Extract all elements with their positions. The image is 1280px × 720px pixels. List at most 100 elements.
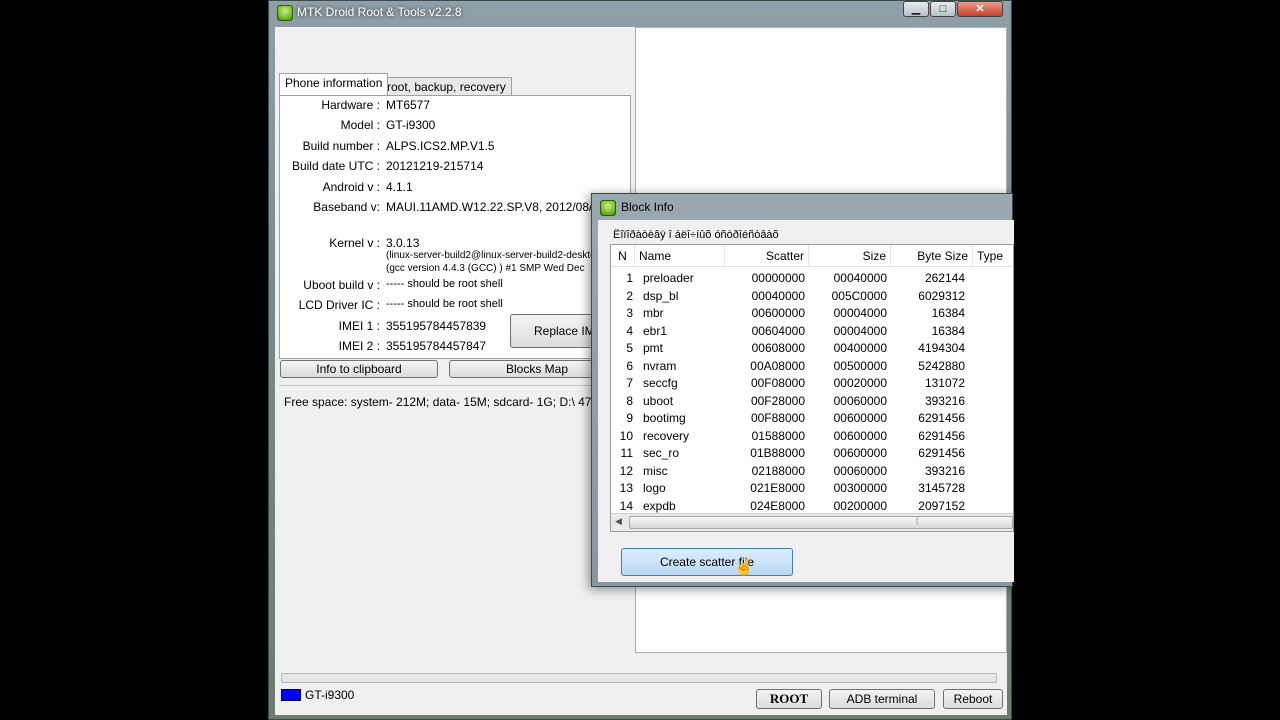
cell-name: pmt: [643, 341, 664, 355]
uboot-value: ----- should be root shell: [386, 278, 503, 290]
build-number-label: Build number :: [302, 139, 380, 153]
scrollbar-thumb[interactable]: ⦙: [629, 516, 1013, 529]
table-row[interactable]: 4 ebr1 00604000 00004000 16384: [611, 323, 1013, 341]
cell-name: preloader: [643, 271, 694, 285]
cell-name: dsp_bl: [643, 288, 679, 303]
create-scatter-file-button[interactable]: Create scatter file: [621, 548, 793, 576]
adb-terminal-button[interactable]: ADB terminal: [829, 689, 935, 709]
cell-scatter: 021E8000: [750, 481, 805, 495]
build-number-value: ALPS.ICS2.MP.V1.5: [386, 139, 495, 153]
table-row[interactable]: 6 nvram 00A08000 00500000 5242880: [611, 358, 1013, 376]
cell-byte-size: 6029312: [918, 288, 965, 303]
cell-size: 00004000: [833, 323, 887, 338]
cell-scatter: 00604000: [751, 323, 805, 338]
lcd-driver-value: ----- should be root shell: [386, 298, 503, 310]
table-row[interactable]: 12 misc 02188000 00060000 393216: [611, 463, 1013, 481]
block-list[interactable]: N Name Scatter Size Byte Size Type 1 prel…: [610, 244, 1014, 532]
cell-scatter: 00000000: [751, 271, 805, 285]
column-header-name[interactable]: Name: [635, 245, 725, 267]
hardware-label: Hardware :: [321, 98, 380, 112]
cell-name: misc: [643, 463, 668, 478]
cell-byte-size: 2097152: [918, 498, 965, 513]
table-row[interactable]: 10 recovery 01588000 00600000 6291456: [611, 428, 1013, 446]
cell-byte-size: 262144: [924, 271, 965, 285]
tab-root-backup-recovery[interactable]: root, backup, recovery: [381, 77, 512, 97]
cell-name: recovery: [643, 428, 690, 443]
cell-scatter: 00600000: [751, 306, 805, 320]
cell-number: 5: [626, 341, 633, 355]
window-title: MTK Droid Root & Tools v2.2.8: [297, 5, 462, 19]
table-row[interactable]: 5 pmt 00608000 00400000 4194304: [611, 340, 1013, 358]
main-titlebar[interactable]: MTK Droid Root & Tools v2.2.8 ▁ □ ✕: [269, 1, 1011, 25]
divider: [279, 385, 631, 386]
cell-byte-size: 16384: [931, 323, 965, 338]
root-button[interactable]: ROOT: [756, 689, 822, 709]
android-app-icon: [277, 5, 293, 21]
cell-number: 2: [626, 288, 633, 303]
cell-scatter: 01588000: [751, 428, 805, 443]
close-button[interactable]: ✕: [957, 1, 1003, 17]
table-row[interactable]: 1 preloader 00000000 00040000 262144: [611, 270, 1013, 288]
horizontal-scrollbar[interactable]: ◀ ⦙: [611, 513, 1013, 531]
minimize-button[interactable]: ▁: [903, 1, 929, 17]
cell-byte-size: 6291456: [918, 446, 965, 460]
cell-size: 00300000: [833, 481, 887, 495]
cell-size: 005C0000: [831, 288, 887, 303]
reboot-button[interactable]: Reboot: [943, 689, 1003, 709]
table-row[interactable]: 9 bootimg 00F88000 00600000 6291456: [611, 410, 1013, 428]
uboot-label: Uboot build v :: [303, 278, 380, 292]
cell-scatter: 02188000: [751, 463, 805, 478]
column-header-size[interactable]: Size: [809, 245, 891, 267]
hardware-value: MT6577: [386, 98, 431, 112]
imei1-value: 355195784457839: [386, 319, 487, 333]
grip-icon: ⦙: [916, 516, 919, 527]
cell-number: 14: [619, 498, 633, 513]
table-row[interactable]: 2 dsp_bl 00040000 005C0000 6029312: [611, 288, 1013, 306]
cell-scatter: 00F88000: [750, 411, 805, 425]
cell-size: 00040000: [833, 271, 887, 285]
model-value: GT-i9300: [386, 118, 436, 132]
cell-scatter: 01B88000: [750, 446, 805, 460]
column-header-type[interactable]: Type: [973, 245, 1013, 267]
cell-number: 13: [619, 481, 633, 495]
cell-byte-size: 5242880: [918, 358, 965, 373]
column-header-n[interactable]: N: [611, 245, 635, 267]
cell-byte-size: 6291456: [918, 428, 965, 443]
block-info-titlebar[interactable]: Block Info: [592, 194, 1012, 220]
tab-phone-information[interactable]: Phone information: [279, 73, 389, 95]
cell-size: 00600000: [833, 411, 887, 425]
cell-name: logo: [643, 481, 666, 495]
cell-number: 3: [626, 306, 633, 320]
device-name-status: GT-i9300: [305, 688, 355, 702]
cell-number: 11: [620, 446, 633, 460]
cell-size: 00004000: [833, 306, 887, 320]
table-row[interactable]: 8 uboot 00F28000 00060000 393216: [611, 393, 1013, 411]
cell-name: nvram: [643, 358, 677, 373]
cell-scatter: 024E8000: [750, 498, 805, 513]
phone-info-panel: Hardware : MT6577 Model : GT-i9300 Build…: [279, 95, 631, 359]
block-list-rows: 1 preloader 00000000 00040000 262144 2 dsp_bl 0…: [611, 270, 1013, 513]
block-info-title: Block Info: [621, 200, 674, 214]
model-label: Model :: [340, 118, 380, 132]
table-row[interactable]: 11 sec_ro 01B88000 00600000 6291456: [611, 445, 1013, 463]
column-header-scatter[interactable]: Scatter: [725, 245, 809, 267]
scroll-left-arrow-icon[interactable]: ◀: [615, 516, 622, 527]
maximize-button[interactable]: □: [930, 1, 956, 17]
table-row[interactable]: 13 logo 021E8000 00300000 3145728: [611, 480, 1013, 498]
cell-byte-size: 393216: [924, 463, 965, 478]
cell-byte-size: 131072: [924, 376, 965, 390]
cell-byte-size: 16384: [931, 306, 965, 320]
cell-number: 12: [619, 463, 633, 478]
device-status-indicator: [281, 689, 301, 701]
cell-scatter: 00040000: [751, 288, 805, 303]
cell-name: uboot: [643, 393, 674, 408]
cell-scatter: 00F08000: [750, 376, 805, 390]
info-to-clipboard-button[interactable]: Info to clipboard: [280, 360, 438, 378]
baseband-label: Baseband v:: [313, 200, 380, 214]
cell-name: ebr1: [643, 323, 668, 338]
block-info-client: Êîïîðàòèâÿ î áëî÷íûõ óñòðîéñòâàõ N Name …: [598, 220, 1014, 582]
column-header-byte-size[interactable]: Byte Size: [891, 245, 973, 267]
kernel-value: 3.0.13: [386, 236, 420, 250]
table-row[interactable]: 3 mbr 00600000 00004000 16384: [611, 305, 1013, 323]
table-row[interactable]: 7 seccfg 00F08000 00020000 131072: [611, 375, 1013, 393]
